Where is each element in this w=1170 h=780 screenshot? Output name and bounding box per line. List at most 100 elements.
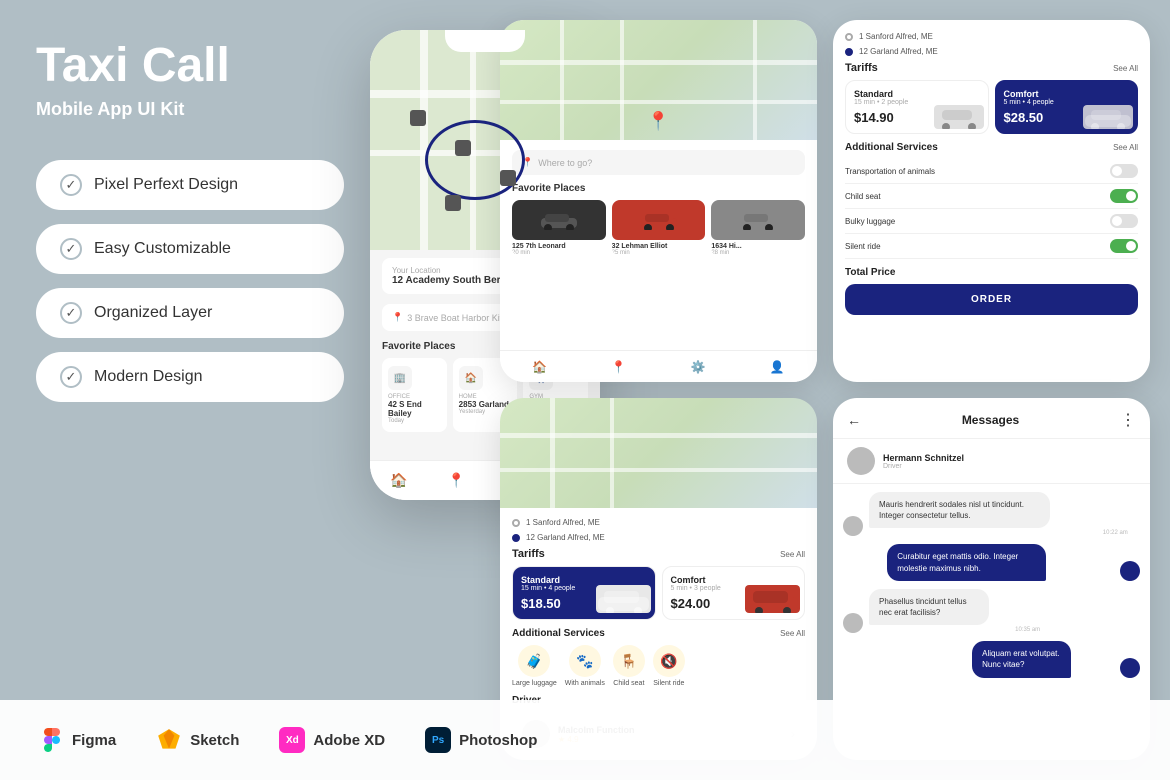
nav-home-icon[interactable]: 🏠: [390, 472, 408, 490]
car-card-1: 32 Lehman Elliot 25 min: [612, 200, 706, 256]
more-button[interactable]: ⋮: [1120, 410, 1136, 430]
s3-dot-to: [512, 534, 520, 542]
route-dot-from: [845, 33, 853, 41]
screen4-header: ← Messages ⋮: [833, 398, 1150, 439]
msg-bubble-3: Aliquam erat volutpat. Nunc vitae?: [972, 641, 1071, 677]
total-price-section: Total Price ORDER: [845, 267, 1138, 315]
order-button[interactable]: ORDER: [845, 284, 1138, 315]
footer-tools-bar: Figma Sketch Xd Adobe XD Ps Photoshop: [0, 700, 1170, 780]
msg-bubble-1: Curabitur eget mattis odio. Integer mole…: [887, 544, 1046, 580]
dest-input[interactable]: 📍 Where to go?: [512, 150, 805, 175]
figma-icon: [40, 728, 64, 752]
s3-car-img-0: [596, 585, 651, 613]
s1-nav-user[interactable]: 👤: [770, 360, 785, 374]
map-car-3: [500, 170, 516, 186]
features-list: ✓ Pixel Perfext Design ✓ Easy Customizab…: [36, 160, 344, 402]
map-car-4: [445, 195, 461, 211]
tariffs-header: Tariffs See All: [845, 62, 1138, 74]
s1-nav-pin[interactable]: 📍: [611, 360, 626, 374]
map-car-1: [410, 110, 426, 126]
msg-bubble-0: Mauris hendrerit sodales nisl ut tincidu…: [869, 492, 1050, 528]
msg-avatar-sent-1: [1120, 561, 1140, 581]
feature-customizable: ✓ Easy Customizable: [36, 224, 344, 274]
right-screens: 📍 📍 Where to go? Favorite Places 125 7th…: [490, 0, 1170, 780]
child-seat-icon: 🪑: [613, 645, 645, 677]
back-button[interactable]: ←: [847, 412, 861, 428]
check-icon: ✓: [60, 366, 82, 388]
service-animals[interactable]: 🐾 With animals: [565, 645, 605, 687]
car-image-1: [612, 200, 706, 240]
toggle-animals[interactable]: [1110, 164, 1138, 178]
s1-nav-home[interactable]: 🏠: [532, 360, 547, 374]
msg-avatar-0: [843, 516, 863, 536]
s3-route-to: 12 Garland Alfred, ME: [512, 533, 805, 542]
chat-avatar: [847, 447, 875, 475]
s3-car-img-1: [745, 585, 800, 613]
route-to: 12 Garland Alfred, ME: [845, 47, 1138, 56]
screen1-content: 📍 Where to go? Favorite Places 125 7th L…: [500, 140, 817, 266]
s3-dot-from: [512, 519, 520, 527]
tariff-car-comfort: [1083, 105, 1133, 129]
office-icon: 🏢: [388, 366, 412, 390]
message-3: Aliquam erat volutpat. Nunc vitae?: [843, 641, 1140, 677]
toggle-child[interactable]: [1110, 189, 1138, 203]
feature-pixel: ✓ Pixel Perfext Design: [36, 160, 344, 210]
service-row-1: Child seat: [845, 184, 1138, 209]
service-row-3: Silent ride: [845, 234, 1138, 259]
feature-layer: ✓ Organized Layer: [36, 288, 344, 338]
ps-icon: Ps: [425, 727, 451, 753]
service-row-2: Bulky luggage: [845, 209, 1138, 234]
feature-modern: ✓ Modern Design: [36, 352, 344, 402]
msg-avatar-2: [843, 613, 863, 633]
add-services-header: Additional Services See All: [845, 142, 1138, 153]
service-child[interactable]: 🪑 Child seat: [613, 645, 645, 687]
tariff-car-standard: [934, 105, 984, 129]
service-silent[interactable]: 🔇 Silent ride: [653, 645, 685, 687]
toggle-silent[interactable]: [1110, 239, 1138, 253]
screen1-bottom-nav: 🏠 📍 ⚙️ 👤: [500, 350, 817, 382]
map-car-2: [455, 140, 471, 156]
msg-bubble-2: Phasellus tincidunt tellus nec erat faci…: [869, 589, 989, 625]
check-icon: ✓: [60, 174, 82, 196]
fav-card-0: 🏢 OFFICE 42 S End Bailey Today: [382, 358, 447, 432]
animals-icon: 🐾: [569, 645, 601, 677]
tariff-comfort[interactable]: Comfort 5 min • 4 people $28.50: [995, 80, 1139, 134]
car-card-2: 1634 Hi... 28 min: [711, 200, 805, 256]
pin-icon: 📍: [392, 312, 403, 323]
screen3-map: [500, 398, 817, 508]
service-luggage[interactable]: 🧳 Large luggage: [512, 645, 557, 687]
screen-tariffs: 1 Sanford Alfred, ME 12 Garland Alfred, …: [833, 20, 1150, 382]
s3-tariff-standard[interactable]: Standard 15 min • 4 people $18.50: [512, 566, 656, 620]
route-dot-to: [845, 48, 853, 56]
tool-photoshop: Ps Photoshop: [425, 727, 537, 753]
msg-avatar-sent-3: [1120, 658, 1140, 678]
message-0: Mauris hendrerit sodales nisl ut tincidu…: [843, 492, 1140, 536]
tool-xd: Xd Adobe XD: [279, 727, 385, 753]
car-image-0: [512, 200, 606, 240]
s3-route-from: 1 Sanford Alfred, ME: [512, 518, 805, 527]
tool-sketch: Sketch: [156, 727, 239, 753]
s3-tariff-comfort[interactable]: Comfort 5 min • 3 people $24.00: [662, 566, 806, 620]
add-services-icons: 🧳 Large luggage 🐾 With animals 🪑 Child s…: [512, 645, 805, 687]
map-oval: [425, 120, 525, 200]
tool-figma: Figma: [40, 728, 116, 752]
driver-chat-header: Hermann Schnitzel Driver: [833, 439, 1150, 484]
s3-add-services-header: Additional Services See All: [512, 628, 805, 639]
service-row-0: Transportation of animals: [845, 159, 1138, 184]
home-icon: 🏠: [459, 366, 483, 390]
screen1-map: 📍: [500, 20, 817, 140]
map-pin-icon: 📍: [647, 111, 669, 132]
check-icon: ✓: [60, 302, 82, 324]
route-from: 1 Sanford Alfred, ME: [845, 32, 1138, 41]
screen-favorite-places: 📍 📍 Where to go? Favorite Places 125 7th…: [500, 20, 817, 382]
toggle-luggage[interactable]: [1110, 214, 1138, 228]
nav-location-icon[interactable]: 📍: [447, 472, 465, 490]
s3-tariffs-header: Tariffs See All: [512, 548, 805, 560]
message-1: Curabitur eget mattis odio. Integer mole…: [843, 544, 1140, 580]
screen2-content: 1 Sanford Alfred, ME 12 Garland Alfred, …: [833, 20, 1150, 327]
phone-notch: [445, 30, 525, 52]
s1-nav-gear[interactable]: ⚙️: [691, 360, 706, 374]
tariff-standard[interactable]: Standard 15 min • 2 people $14.90: [845, 80, 989, 134]
left-panel: Taxi Call Mobile App UI Kit ✓ Pixel Perf…: [0, 0, 380, 780]
tariff-cards: Standard 15 min • 2 people $14.90 Comfor…: [845, 80, 1138, 134]
